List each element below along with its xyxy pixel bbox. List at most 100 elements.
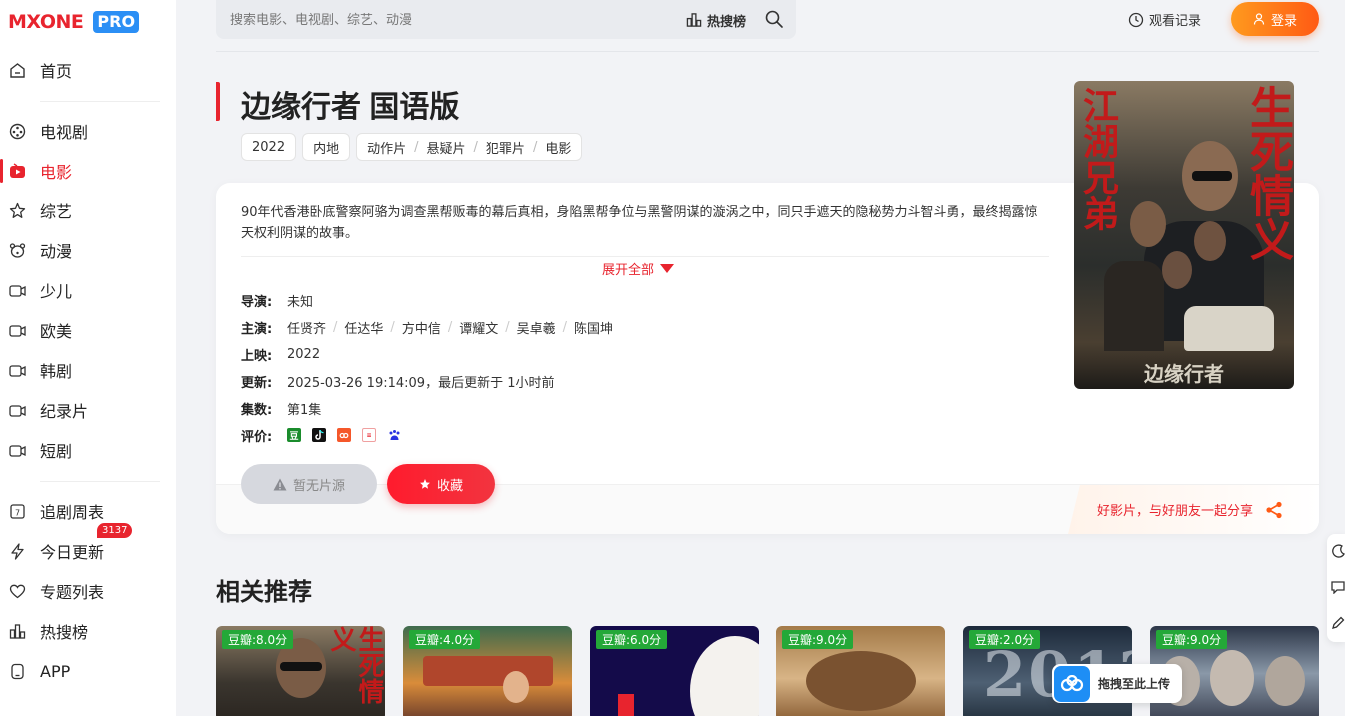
poster-bottom-text: 边缘行者: [1144, 362, 1224, 386]
nav-label: 动漫: [40, 242, 73, 261]
director-value[interactable]: 未知: [287, 291, 313, 310]
douban-score-badge: 豆瓣:9.0分: [1156, 630, 1228, 649]
no-source-button[interactable]: 暂无片源: [241, 464, 377, 504]
home-icon: [8, 61, 26, 79]
nav-item-documentary[interactable]: 纪录片: [0, 390, 176, 430]
upload-label: 拖拽至此上传: [1098, 677, 1171, 691]
thumbnail-shape: [618, 694, 634, 716]
douban-score-badge: 豆瓣:8.0分: [222, 630, 294, 649]
cast-member[interactable]: 方中信: [402, 318, 441, 337]
cast-member[interactable]: 陈国坤: [574, 318, 613, 337]
bar-chart-icon: [686, 13, 702, 27]
svg-text:7: 7: [14, 508, 19, 517]
cast-member[interactable]: 谭耀文: [459, 318, 498, 337]
watch-history-label: 观看记录: [1149, 14, 1202, 29]
info-release: 上映: 2022: [241, 344, 320, 364]
watch-history-button[interactable]: 观看记录: [1128, 10, 1201, 29]
thumbnail-shape: [423, 656, 553, 686]
poster-figure: [1104, 261, 1164, 351]
tag-genre[interactable]: 犯罪片: [486, 138, 525, 157]
baidu-icon[interactable]: [387, 428, 401, 442]
drag-upload-widget[interactable]: 拖拽至此上传: [1052, 664, 1182, 703]
nav-item-western[interactable]: 欧美: [0, 310, 176, 350]
video-camera-icon: [8, 441, 26, 459]
search-icon[interactable]: [764, 9, 784, 29]
nav-item-home[interactable]: 首页: [0, 50, 176, 90]
tag-genre[interactable]: 悬疑片: [427, 138, 466, 157]
nav-item-variety[interactable]: 综艺: [0, 190, 176, 230]
poster-face: [1130, 201, 1166, 247]
cast-member[interactable]: 吴卓羲: [517, 318, 556, 337]
share-icon: [1266, 501, 1282, 518]
site-logo[interactable]: MXONE PRO: [8, 10, 140, 34]
moon-icon[interactable]: [1331, 544, 1345, 558]
bar-chart-icon: [8, 622, 26, 640]
calendar-icon: 7: [8, 502, 26, 520]
share-label: 好影片，与好朋友一起分享: [1096, 504, 1253, 519]
star-icon: [420, 479, 430, 489]
expand-label: 展开全部: [602, 263, 655, 278]
login-label: 登录: [1270, 13, 1297, 29]
poster-car: [1184, 306, 1274, 351]
nav-item-kids[interactable]: 少儿: [0, 270, 176, 310]
warning-icon: [273, 478, 287, 490]
info-label: 集数:: [241, 402, 273, 418]
nav-item-topics[interactable]: 专题列表: [0, 571, 176, 611]
nav-label: 追剧周表: [40, 503, 105, 522]
tag-year[interactable]: 2022: [241, 133, 297, 161]
heart-icon: [8, 582, 26, 600]
douyin-icon[interactable]: [312, 428, 326, 442]
nav-item-today-update[interactable]: 今日更新 3137: [0, 523, 176, 571]
movie-poster[interactable]: 江湖兄弟 生死情义 边缘行者: [1074, 81, 1294, 389]
movie-title: 边缘行者 国语版: [241, 91, 460, 124]
nav-item-anime[interactable]: 动漫: [0, 230, 176, 270]
nav-item-movie[interactable]: 电影: [0, 151, 176, 191]
nav-item-weekly-schedule[interactable]: 7 追剧周表: [0, 491, 176, 531]
sidebar: MXONE PRO 首页 电视剧 电影 综艺 动漫 少儿 欧美 韩剧 纪录片 短…: [0, 0, 176, 716]
share-bar[interactable]: 好影片，与好朋友一起分享: [1068, 485, 1319, 534]
video-camera-icon: [8, 321, 26, 339]
video-camera-icon: [8, 281, 26, 299]
related-card[interactable]: 豆瓣:9.0分: [776, 626, 945, 716]
thumbnail-face: [503, 671, 529, 703]
header-divider: [216, 51, 1319, 52]
tag-region[interactable]: 内地: [302, 133, 351, 161]
douban-icon[interactable]: 豆: [287, 428, 301, 442]
search-bar: 热搜榜: [216, 0, 796, 39]
feedback-icon[interactable]: [1331, 580, 1345, 594]
nav-label: 短剧: [40, 442, 73, 461]
search-input[interactable]: [230, 9, 670, 29]
related-card[interactable]: 豆瓣:4.0分: [403, 626, 572, 716]
nav-item-app[interactable]: APP: [0, 651, 176, 691]
favorite-button[interactable]: 收藏: [387, 464, 495, 504]
movie-tags: 2022 内地 动作片 / 悬疑片 / 犯罪片 / 电影: [241, 133, 583, 161]
tag-genre[interactable]: 电影: [545, 138, 571, 157]
thumbnail-sunglasses: [280, 662, 322, 671]
update-value: 2025-03-26 19:14:09，最后更新于 1小时前: [287, 375, 555, 391]
related-card[interactable]: 豆瓣:6.0分: [590, 626, 759, 716]
clock-icon: [1128, 12, 1144, 27]
thumbnail-shape: [806, 651, 916, 711]
nav-item-hot-search[interactable]: 热搜榜: [0, 611, 176, 651]
douban-score-badge: 豆瓣:4.0分: [409, 630, 481, 649]
info-episodes: 集数: 第1集: [241, 398, 321, 418]
nav-item-short-drama[interactable]: 短剧: [0, 430, 176, 470]
cast-member[interactable]: 任贤齐: [287, 318, 326, 337]
nav-label: 综艺: [40, 202, 73, 221]
maoyan-icon[interactable]: [337, 428, 351, 442]
expand-all-button[interactable]: 展开全部: [602, 259, 675, 278]
tag-genre[interactable]: 动作片: [367, 138, 406, 157]
floating-toolbar: [1327, 534, 1345, 642]
phone-icon: [8, 662, 26, 680]
hot-search-button[interactable]: 热搜榜: [686, 10, 746, 30]
pencil-icon[interactable]: [1331, 616, 1345, 630]
login-button[interactable]: 登录: [1231, 2, 1319, 36]
toutiao-icon[interactable]: ≡: [362, 428, 376, 442]
related-card[interactable]: 生死情义 豆瓣:8.0分: [216, 626, 385, 716]
nav-label: 电视剧: [40, 123, 89, 142]
cast-member[interactable]: 任达华: [344, 318, 383, 337]
nav-item-korean[interactable]: 韩剧: [0, 350, 176, 390]
lightning-icon: [8, 542, 26, 560]
nav-label: 韩剧: [40, 362, 73, 381]
nav-item-tv[interactable]: 电视剧: [0, 111, 176, 151]
